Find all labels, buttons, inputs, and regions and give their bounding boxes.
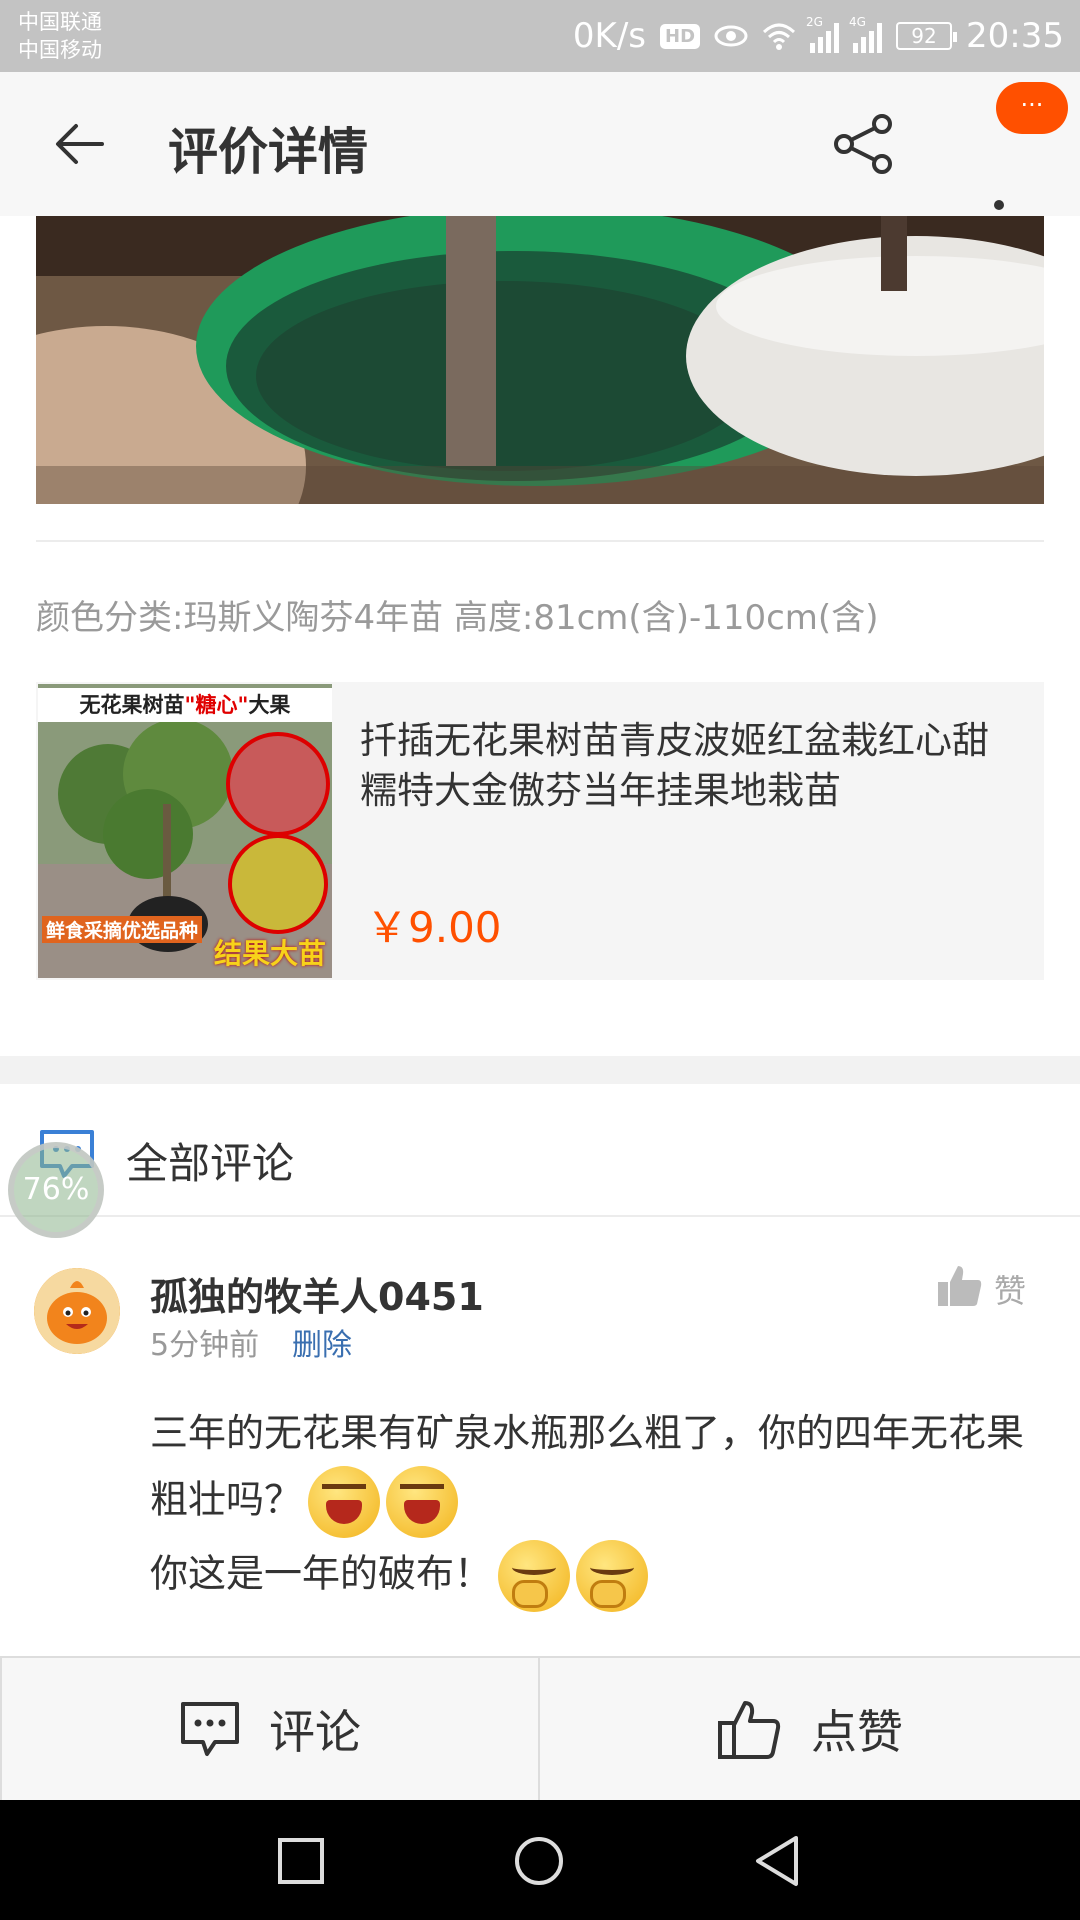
product-price: ￥9.00 [366,903,502,952]
product-name: 扦插无花果树苗青皮波姬红盆栽红心甜糯特大金傲芬当年挂果地栽苗 [360,719,989,812]
avatar[interactable] [34,1268,120,1354]
comment-text: 三年的无花果有矿泉水瓶那么粗了，你的四年无花果粗壮吗？ 你这是一年的破布！ [150,1400,1050,1612]
clock: 20:35 [966,16,1064,56]
message-bubble-button[interactable]: ··· [996,82,1068,134]
product-banner: 无花果树苗"糖心"大果 [38,688,332,722]
carrier-info: 中国联通 中国移动 [18,8,102,64]
banner-highlight: "糖心" [184,693,249,717]
product-tag-right: 结果大苗 [213,937,326,970]
comment-button-label: 评论 [269,1705,361,1759]
eye-icon [714,25,748,47]
hd-icon: HD [660,23,701,49]
delete-link[interactable]: 删除 [292,1320,352,1364]
recent-apps-icon[interactable] [274,1834,328,1888]
giggle-emoji-icon [576,1540,649,1612]
signal-2g-label: 2G [806,15,823,29]
carrier-2: 中国移动 [18,38,102,62]
giggle-emoji-icon [498,1540,571,1612]
like-label[interactable]: 赞 [994,1266,1026,1312]
thumbs-up-icon[interactable] [936,1262,984,1310]
section-title: 全部评论 [126,1139,295,1188]
signal-4g-icon: 4G [849,15,883,53]
comment-username[interactable]: 孤独的牧羊人0451 [150,1266,484,1321]
network-speed: 0K/s [572,16,646,56]
signal-4g-label: 4G [849,15,866,29]
wifi-icon [762,23,796,50]
like-button[interactable]: 点赞 [540,1658,1080,1800]
system-nav-bar [0,1800,1080,1920]
product-card[interactable]: 无花果树苗"糖心"大果 鲜食采摘优选品种 结果大苗 扦插无花果树苗青皮波姬红盆栽… [36,682,1044,980]
more-dot [994,200,1004,210]
page-title: 评价详情 [168,123,368,181]
divider [0,1215,1080,1217]
comment-time: 5分钟前 [150,1328,260,1363]
banner-suffix: 大果 [248,693,291,717]
app-bar: 评价详情 [0,72,1080,230]
section-gap [0,1056,1080,1084]
product-thumbnail: 无花果树苗"糖心"大果 鲜食采摘优选品种 结果大苗 [38,684,332,978]
comment-icon [181,1702,239,1756]
bottom-action-bar: 评论 点赞 [0,1656,1080,1800]
laughing-emoji-icon [308,1466,381,1538]
status-indicators: 0K/s HD 2G 4G 92 20:35 [573,14,1064,58]
home-icon[interactable] [512,1834,566,1888]
comment-button[interactable]: 评论 [0,1658,540,1800]
comment-line-2: 你这是一年的破布！ [150,1540,1050,1612]
carrier-1: 中国联通 [18,10,102,34]
review-photo[interactable] [36,216,1044,504]
avatar-image [34,1268,120,1354]
back-nav-icon[interactable] [752,1834,806,1888]
comment-line-1-text: 三年的无花果有矿泉水瓶那么粗了，你的四年无花果粗壮吗？ [150,1411,1025,1522]
product-tag-left: 鲜食采摘优选品种 [42,916,203,943]
review-photo-image [36,216,1044,504]
comment-line-1: 三年的无花果有矿泉水瓶那么粗了，你的四年无花果粗壮吗？ [150,1400,1050,1538]
share-icon[interactable] [832,112,896,176]
all-comments-header: 全部评论 [0,1084,1080,1216]
battery-icon: 92 [896,22,958,50]
sku-spec: 颜色分类:玛斯义陶芬4年苗 高度:81cm(含)-110cm(含) [36,598,879,638]
laughing-emoji-icon [386,1466,459,1538]
comment-line-2-text: 你这是一年的破布！ [150,1551,493,1596]
like-button-label: 点赞 [811,1705,903,1759]
status-bar: 中国联通 中国移动 0K/s HD 2G 4G 92 20:35 [0,0,1080,72]
signal-2g-icon: 2G [806,15,840,53]
floating-progress-badge[interactable]: 76% [8,1142,104,1238]
back-arrow-icon[interactable] [52,116,108,172]
banner-prefix: 无花果树苗 [79,693,185,717]
divider [36,540,1044,542]
thumbs-up-outline-icon [718,1701,781,1759]
